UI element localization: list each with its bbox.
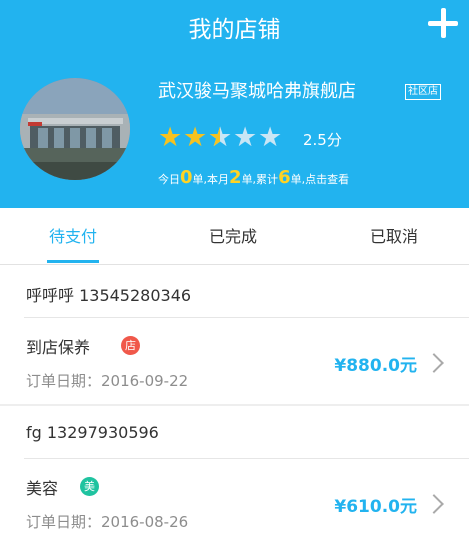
stats-total-label: 单,累计 (241, 173, 279, 186)
service-name: 到店保养 (26, 338, 91, 357)
page-title: 我的店铺 (188, 17, 281, 43)
tab-pending-payment[interactable]: 待支付 (49, 223, 97, 247)
customer-info: fg 13297930596 (26, 423, 159, 442)
shop-header: 我的店铺 武汉骏马聚城哈弗旗舰店 社区店 ★ ★ ★ ★ ★ 2.5分 今日0单… (0, 0, 469, 208)
storefront-image (20, 78, 130, 180)
chevron-right-icon[interactable] (424, 353, 444, 373)
star-icon: ★ (183, 122, 208, 153)
order-date: 订单日期：2016-08-26 (26, 513, 189, 531)
order-item[interactable]: 美容 美 订单日期：2016-08-26 ¥610.0元 (0, 459, 469, 537)
stats-today-count: 0 (180, 167, 193, 188)
order-date: 订单日期：2016-09-22 (26, 372, 189, 390)
star-icon: ★ (158, 122, 183, 153)
stats-month-count: 2 (229, 167, 242, 188)
order-price: ¥610.0元 (334, 497, 417, 517)
rating-score: 2.5分 (303, 131, 342, 149)
chevron-right-icon[interactable] (424, 494, 444, 514)
app-screen: 我的店铺 武汉骏马聚城哈弗旗舰店 社区店 ★ ★ ★ ★ ★ 2.5分 今日0单… (0, 0, 469, 537)
order-item[interactable]: 到店保养 店 订单日期：2016-09-22 ¥880.0元 (0, 318, 469, 404)
shop-type-badge: 社区店 (405, 84, 441, 100)
order-card: fg 13297930596 美容 美 订单日期：2016-08-26 ¥610… (0, 406, 469, 537)
stats-today-label: 今日 (158, 173, 180, 186)
order-stats-link[interactable]: 今日0单,本月2单,累计6单,点击查看 (158, 167, 349, 188)
order-card: 呼呼呼 13545280346 到店保养 店 订单日期：2016-09-22 ¥… (0, 265, 469, 404)
stats-month-label: 单,本月 (192, 173, 230, 186)
shop-name: 武汉骏马聚城哈弗旗舰店 (158, 81, 356, 102)
star-empty-icon: ★ (233, 122, 258, 153)
service-name: 美容 (26, 479, 59, 498)
star-empty-icon: ★ (258, 122, 283, 153)
beauty-service-tag-icon: 美 (80, 477, 99, 496)
stats-total-count: 6 (278, 167, 291, 188)
active-tab-indicator (47, 260, 99, 263)
plus-icon[interactable] (426, 6, 460, 40)
tab-completed[interactable]: 已完成 (209, 223, 257, 247)
order-tabs: 待支付 已完成 已取消 (0, 208, 469, 264)
store-service-tag-icon: 店 (121, 336, 140, 355)
star-half-icon: ★★ (208, 122, 233, 153)
stats-view-link[interactable]: 单,点击查看 (291, 173, 350, 186)
customer-info: 呼呼呼 13545280346 (26, 286, 192, 305)
shop-avatar (20, 78, 130, 180)
tab-cancelled[interactable]: 已取消 (370, 223, 418, 247)
order-price: ¥880.0元 (334, 356, 417, 376)
